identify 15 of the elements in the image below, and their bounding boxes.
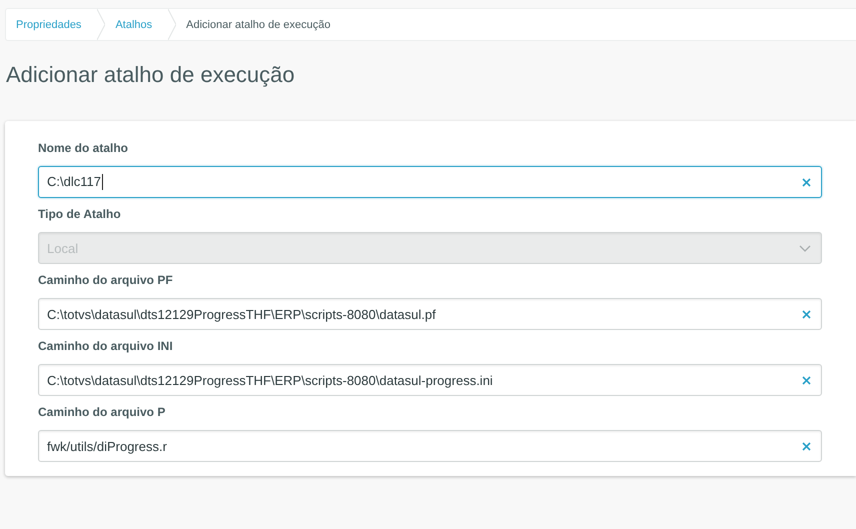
clear-icon[interactable]	[802, 442, 811, 450]
input-field[interactable]: C:\totvs\datasul\dts12129ProgressTHF\ERP\scripts-8080\datasul-progress.ini	[38, 364, 822, 396]
field-label: Caminho do arquivo PF	[38, 273, 173, 287]
page-title: Adicionar atalho de execução	[6, 61, 296, 89]
input-field[interactable]: C:\totvs\datasul\dts12129ProgressTHF\ERP\scripts-8080\datasul.pf	[38, 298, 822, 330]
clear-icon[interactable]	[802, 376, 811, 384]
input-field[interactable]: fwk/utils/diProgress.r	[38, 430, 822, 462]
field-label: Caminho do arquivo P	[38, 405, 166, 419]
field-label: Tipo de Atalho	[38, 207, 121, 221]
field-label: Caminho do arquivo INI	[38, 339, 173, 353]
clear-icon[interactable]	[802, 178, 811, 186]
clear-icon[interactable]	[802, 310, 811, 318]
breadcrumb-link[interactable]: Adicionar atalho de execução	[176, 9, 346, 40]
field-label: Nome do atalho	[38, 141, 128, 155]
input-field[interactable]: C:\dlc117	[38, 166, 822, 198]
